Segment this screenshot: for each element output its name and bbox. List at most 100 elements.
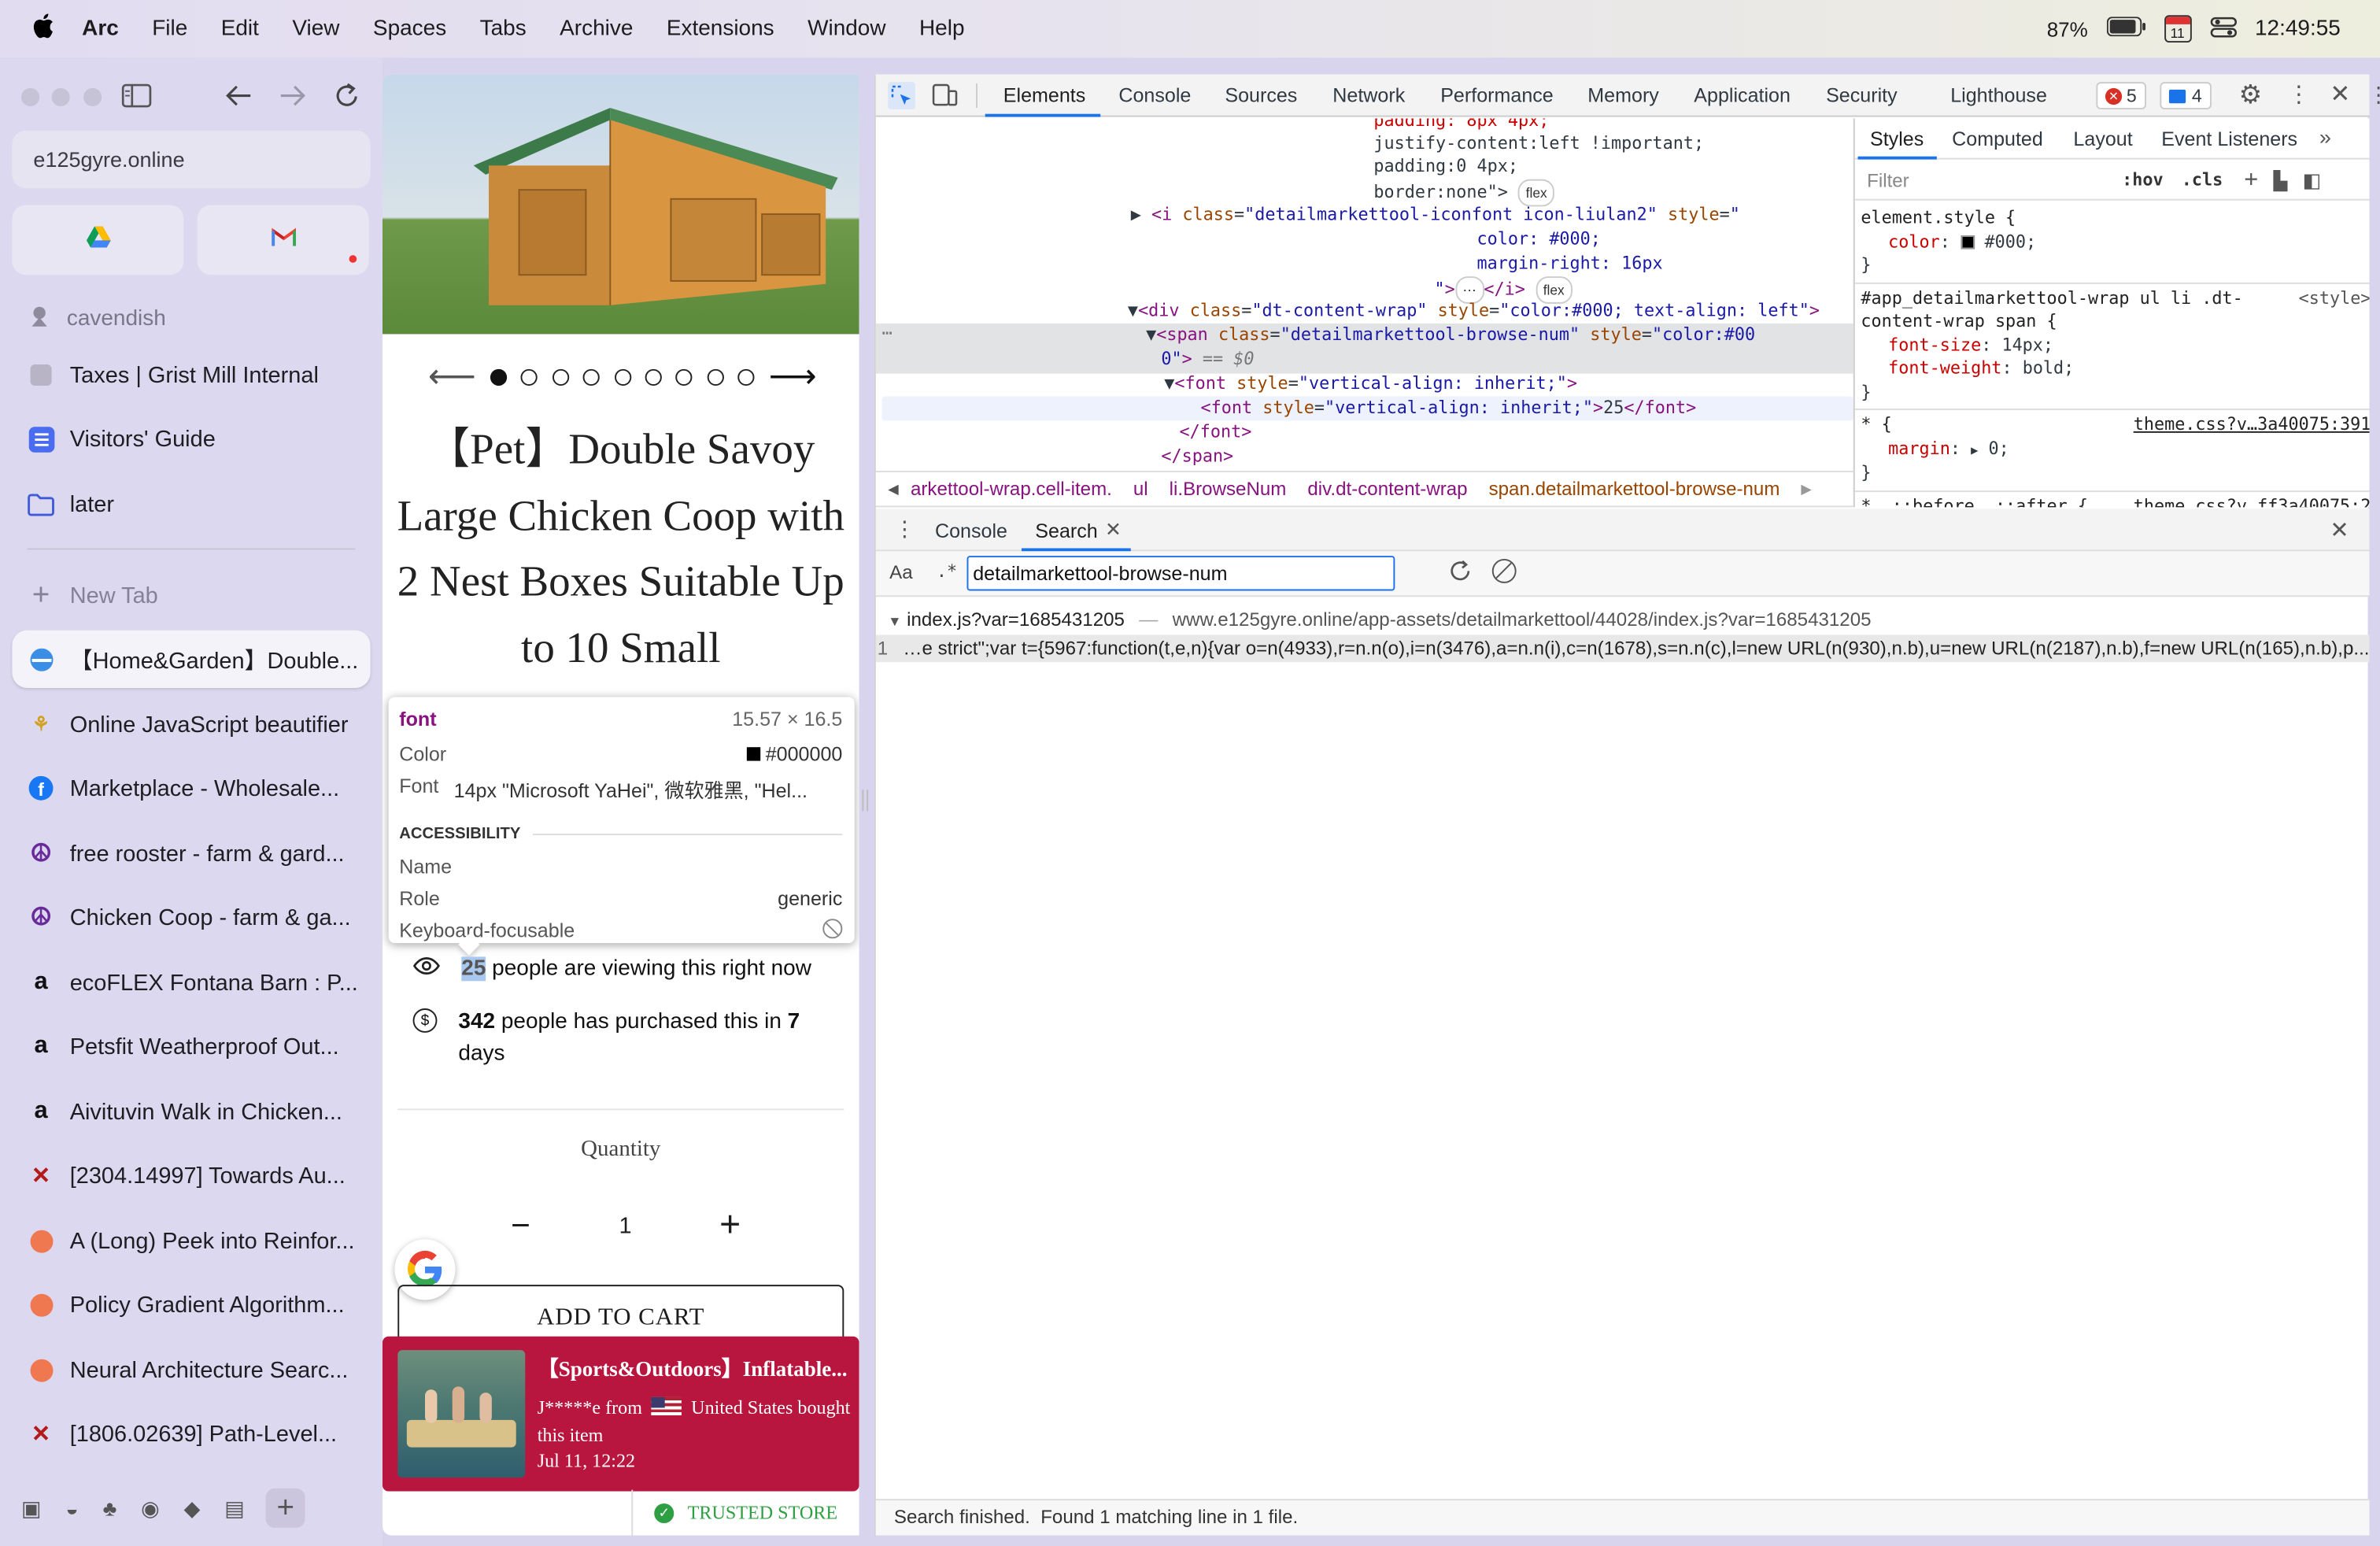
tab-item-chicken-coop[interactable]: ☮ Chicken Coop - farm & ga... (12, 889, 370, 946)
reload-icon[interactable] (334, 82, 360, 117)
menu-help[interactable]: Help (919, 17, 965, 41)
favorite-google-drive[interactable] (12, 205, 184, 276)
result-line-row[interactable]: 1 …e strict";var t={5967:function(t,e,n)… (875, 634, 2370, 663)
tab-lighthouse[interactable]: Lighthouse (1950, 83, 2047, 106)
tree-node-font[interactable]: ▼<font style="vertical-align: inherit;"> (1164, 372, 1577, 398)
more-tabs-chevron-icon[interactable]: » (2319, 124, 2331, 149)
url-bar[interactable]: e125gyre.online (12, 130, 371, 189)
color-swatch-icon[interactable] (1960, 235, 1975, 249)
css-prop[interactable]: font-size (1888, 335, 1981, 354)
tab-elements[interactable]: Elements (1003, 83, 1086, 106)
space-shell-icon[interactable]: ◒ (65, 1496, 78, 1520)
calendar-icon[interactable]: 11 (2164, 15, 2191, 43)
search-input[interactable]: detailmarkettool-browse-num (966, 556, 1395, 591)
breadcrumb-item[interactable]: div.dt-content-wrap (1307, 479, 1467, 500)
tab-item-arxiv-1806[interactable]: ✕ [1806.02639] Path-Level... (12, 1405, 370, 1463)
carousel-next-icon[interactable]: ⟶ (769, 357, 817, 396)
carousel-dot-6[interactable] (645, 368, 662, 386)
product-image[interactable] (382, 74, 859, 335)
breadcrumb-item-selected[interactable]: span.detailmarkettool-browse-num (1489, 479, 1780, 500)
clear-search-icon[interactable] (1491, 558, 1517, 583)
rule-source[interactable]: theme.css?v…3a40075:391 (2134, 413, 2370, 437)
breadcrumb-item[interactable]: li.BrowseNum (1170, 479, 1287, 500)
more-options-icon[interactable]: ⋮ (2287, 80, 2310, 108)
message-count-badge[interactable]: 4 (2160, 82, 2212, 109)
styles-tab-layout[interactable]: Layout (2073, 128, 2132, 150)
settings-gear-icon[interactable]: ⚙ (2239, 80, 2262, 111)
css-value[interactable]: #000; (1984, 231, 2036, 251)
menu-app-name[interactable]: Arc (82, 17, 119, 41)
refresh-search-icon[interactable] (1448, 559, 1473, 588)
error-count-badge[interactable]: ✕ 5 (2096, 82, 2146, 109)
tab-item-policy-gradient[interactable]: Policy Gradient Algorithm... (12, 1276, 370, 1333)
purchase-notification-popup[interactable]: 【Sports&Outdoors】Inflatable... J*****e f… (382, 1336, 859, 1492)
rule-source[interactable]: theme.css?v…ff3a40075:2 (2134, 494, 2370, 507)
carousel-dot-2[interactable] (521, 368, 538, 386)
menu-window[interactable]: Window (808, 17, 885, 41)
decrease-quantity-button[interactable]: − (504, 1206, 537, 1245)
space-briefcase-icon[interactable]: ▤ (224, 1495, 245, 1521)
css-value[interactable]: 14px; (2001, 335, 2053, 354)
breadcrumb-scroll-left-icon[interactable]: ◀ (888, 481, 898, 497)
quantity-value[interactable]: 1 (619, 1213, 632, 1239)
drawer-tab-search[interactable]: Search (1035, 520, 1097, 542)
carousel-prev-icon[interactable]: ⟵ (428, 357, 476, 396)
cls-toggle[interactable]: .cls (2182, 170, 2223, 190)
new-rule-icon[interactable]: + (2244, 166, 2258, 194)
menu-extensions[interactable]: Extensions (667, 17, 774, 41)
carousel-dot-8[interactable] (707, 368, 724, 386)
carousel-dot-9[interactable] (737, 368, 755, 386)
carousel-dot-3[interactable] (552, 368, 569, 386)
space-cat-icon[interactable]: ◉ (141, 1495, 160, 1521)
new-tab-button[interactable]: + New Tab (12, 567, 370, 624)
carousel-dot-5[interactable] (614, 368, 631, 386)
styles-tab-styles[interactable]: Styles (1870, 128, 1924, 150)
device-toolbar-icon[interactable] (932, 83, 958, 111)
favorite-gmail[interactable] (197, 205, 369, 276)
result-file-row[interactable]: ▼ index.js?var=1685431205 — www.e125gyre… (888, 609, 1871, 631)
tree-node-i[interactable]: ▶ <i class="detailmarkettool-iconfont ic… (1131, 204, 1740, 229)
tab-performance[interactable]: Performance (1440, 83, 1554, 106)
carousel-dot-1[interactable] (490, 368, 508, 386)
css-prop[interactable]: color (1888, 231, 1940, 251)
increase-quantity-button[interactable]: + (713, 1204, 746, 1247)
pinned-item-visitors-guide[interactable]: Visitors' Guide (12, 410, 370, 468)
menu-file[interactable]: File (152, 17, 187, 41)
breadcrumb-item[interactable]: arkettool-wrap.cell-item. (911, 479, 1112, 500)
tab-item-petsfit[interactable]: a Petsfit Weatherproof Out... (12, 1018, 370, 1075)
menu-view[interactable]: View (292, 17, 339, 41)
tab-item-marketplace[interactable]: f Marketplace - Wholesale... (12, 760, 370, 817)
hov-toggle[interactable]: :hov (2122, 170, 2163, 190)
menu-spaces[interactable]: Spaces (373, 17, 446, 41)
paint-format-icon[interactable]: ▙ (2274, 169, 2288, 190)
pinned-folder-later[interactable]: later (12, 475, 370, 533)
match-case-toggle[interactable]: Aa (889, 562, 913, 583)
tab-item-free-rooster[interactable]: ☮ free rooster - farm & gard... (12, 825, 370, 882)
battery-icon[interactable] (2105, 17, 2145, 41)
space-bird-icon[interactable]: ◆ (184, 1495, 201, 1521)
zoom-window-button[interactable] (83, 87, 102, 107)
styles-tab-computed[interactable]: Computed (1952, 128, 2043, 150)
carousel-dot-4[interactable] (582, 368, 600, 386)
tab-memory[interactable]: Memory (1587, 83, 1659, 106)
breadcrumb-scroll-right-icon[interactable]: ▶ (1801, 481, 1811, 497)
tab-item-aivituvin[interactable]: a Aivituvin Walk in Chicken... (12, 1083, 370, 1141)
css-value[interactable]: 0; (1989, 438, 2009, 458)
styles-tab-event-listeners[interactable]: Event Listeners (2161, 128, 2297, 150)
css-prop[interactable]: margin (1888, 438, 1950, 458)
menu-edit[interactable]: Edit (221, 17, 259, 41)
tab-console[interactable]: Console (1118, 83, 1191, 106)
tab-item-ecoflex[interactable]: a ecoFLEX Fontana Barn : P... (12, 954, 370, 1012)
forward-icon[interactable] (279, 83, 307, 116)
regex-toggle[interactable]: .* (937, 562, 957, 582)
toggle-sidebar-icon[interactable]: ◧ (2303, 168, 2322, 192)
clock[interactable]: 12:49:55 (2255, 17, 2341, 41)
tab-sources[interactable]: Sources (1225, 83, 1297, 106)
close-drawer-icon[interactable]: ✕ (2330, 516, 2349, 544)
inspect-element-icon[interactable] (888, 82, 915, 109)
tree-node-div[interactable]: ▼<div class="dt-content-wrap" style="col… (1128, 299, 1820, 324)
pinned-item-taxes[interactable]: Taxes | Grist Mill Internal (12, 346, 370, 404)
space-header[interactable]: cavendish (28, 304, 166, 335)
space-archive-icon[interactable]: ▣ (21, 1495, 42, 1521)
close-devtools-icon[interactable]: ✕ (2330, 79, 2350, 109)
